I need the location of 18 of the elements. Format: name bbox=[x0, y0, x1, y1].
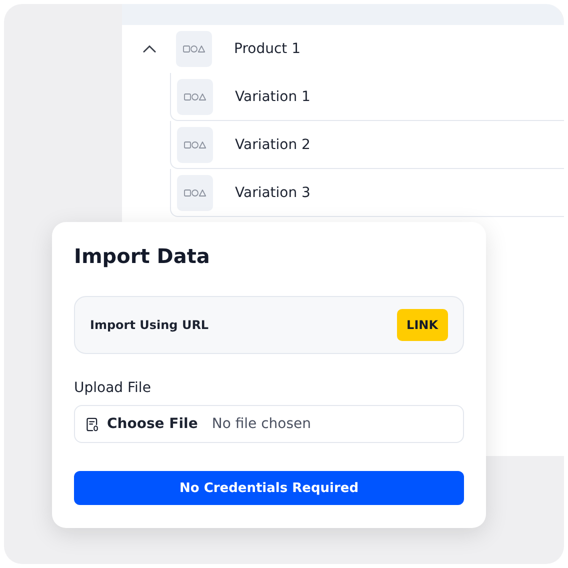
file-input-field[interactable]: Choose File No file chosen bbox=[74, 405, 464, 443]
file-status: No file chosen bbox=[212, 416, 312, 432]
variation-name: Variation 2 bbox=[235, 136, 310, 152]
chevron-up-icon[interactable] bbox=[142, 45, 156, 53]
choose-file-button[interactable]: Choose File bbox=[107, 416, 198, 432]
product-name: Product 1 bbox=[234, 41, 301, 57]
link-button[interactable]: LINK bbox=[396, 309, 448, 341]
file-icon bbox=[86, 416, 99, 432]
variation-name: Variation 1 bbox=[235, 88, 310, 104]
media-placeholder-icon bbox=[176, 31, 212, 67]
url-import-label: Import Using URL bbox=[90, 318, 209, 332]
media-placeholder-icon bbox=[177, 126, 213, 162]
media-placeholder-icon bbox=[177, 78, 213, 114]
no-credentials-button[interactable]: No Credentials Required bbox=[74, 471, 464, 505]
upload-label: Upload File bbox=[74, 380, 152, 396]
variation-name: Variation 3 bbox=[235, 184, 310, 200]
dialog-title: Import Data bbox=[74, 244, 211, 270]
media-placeholder-icon bbox=[177, 174, 213, 210]
